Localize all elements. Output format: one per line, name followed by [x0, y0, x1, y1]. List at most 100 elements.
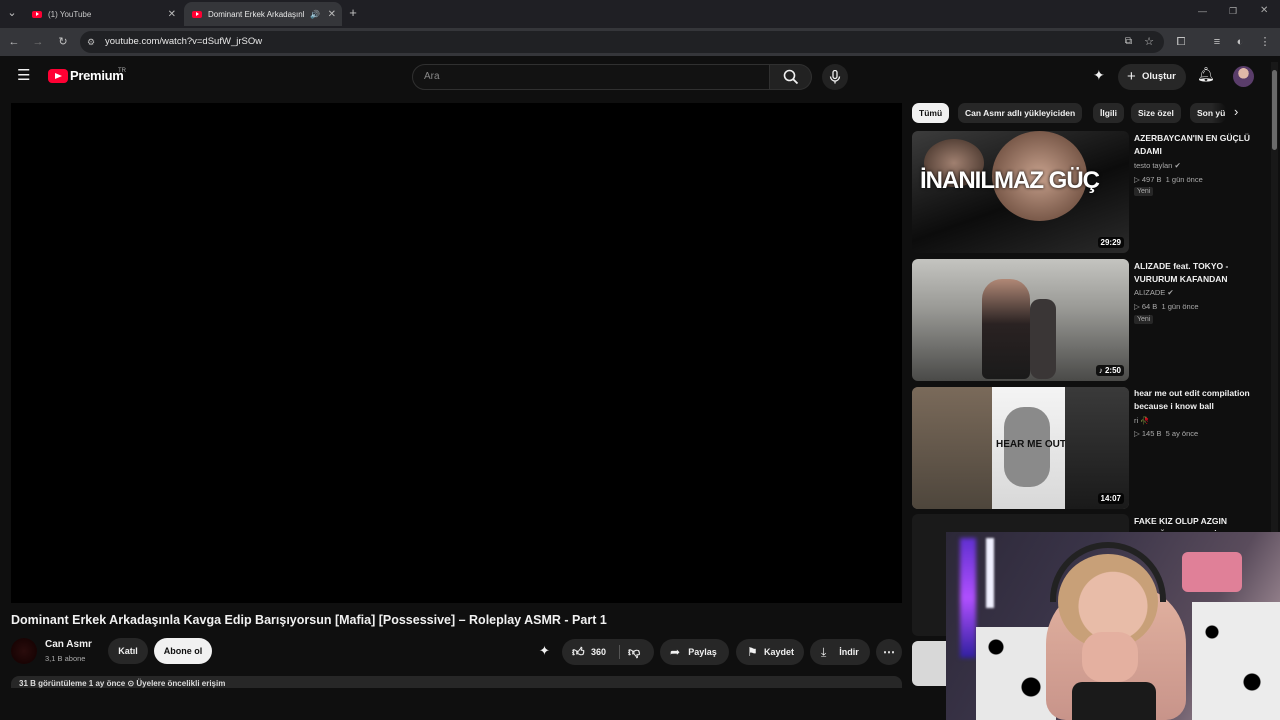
forward-icon[interactable]: →	[30, 34, 46, 50]
profile-icon[interactable]: ◐	[1232, 34, 1248, 50]
speaker-icon[interactable]: 🔊	[310, 10, 320, 19]
save-button[interactable]: ⚑ Kaydet	[736, 639, 804, 665]
thumbnail-text: İNANILMAZ GÜÇ	[920, 167, 1100, 194]
logo-text[interactable]: Premium	[70, 68, 124, 83]
recommendation-title[interactable]: FAKE KIZ OLUP AZGIN COCUĞU TROLLEDİM	[1134, 515, 1259, 531]
bookmark-icon: ⚑	[747, 645, 758, 659]
search-input[interactable]: Ara	[412, 64, 770, 90]
download-icon: ⤓	[821, 645, 827, 659]
cast-icon[interactable]: ⧉	[1125, 31, 1132, 53]
tab-label: (1) YouTube	[48, 9, 92, 19]
download-button[interactable]: ⤓ İndir	[810, 639, 870, 665]
recommendation-channel[interactable]: testo taylan ✔	[1134, 161, 1181, 170]
thumbnail-figure	[982, 279, 1030, 379]
scrollbar-thumb[interactable]	[1272, 70, 1277, 150]
notifications-bell-icon[interactable]: 🔔︎	[1197, 66, 1215, 83]
video-player[interactable]	[11, 103, 902, 603]
address-bar[interactable]: ⚙ youtube.com/watch?v=dSufW_jrSOw ⧉ ☆	[80, 31, 1164, 53]
chevron-right-icon[interactable]: ›	[1234, 104, 1238, 119]
recommendation-title[interactable]: AZERBAYCAN'IN EN GÜÇLÜ ADAMI	[1134, 132, 1259, 158]
channel-name: testo taylan	[1134, 161, 1173, 170]
tab-youtube[interactable]: (1) YouTube ✕	[24, 2, 182, 26]
share-icon: ➦	[670, 645, 681, 659]
microphone-icon	[829, 70, 841, 84]
ai-sparkle-icon[interactable]: ✦	[1093, 67, 1105, 84]
reload-icon[interactable]: ↻	[55, 34, 71, 50]
site-info-icon[interactable]: ⚙	[87, 31, 95, 53]
thumbnail-figure	[1030, 299, 1056, 379]
browser-tabstrip: ⌄ (1) YouTube ✕ Dominant Erkek Arkadaşın…	[0, 0, 1280, 28]
recommendation-meta: ▷ 64 B 1 gün önce	[1134, 302, 1199, 311]
thumbnail-panel	[912, 387, 992, 509]
channel-name[interactable]: Can Asmr	[45, 639, 92, 650]
recommendation-meta: ▷ 145 B 5 ay önce	[1134, 429, 1199, 438]
streamer-top	[1072, 682, 1156, 720]
like-button[interactable]: 👍︎	[572, 639, 585, 665]
description-box[interactable]: 31 B görüntüleme 1 ay önce ⊙ Üyelere önc…	[11, 676, 902, 688]
cow-print-blanket	[1192, 602, 1280, 720]
dislike-button[interactable]: 👎︎	[628, 639, 640, 665]
recommendation-thumbnail[interactable]: İNANILMAZ GÜÇ 29:29	[912, 131, 1129, 253]
close-window-icon[interactable]: ✕	[1260, 5, 1268, 16]
channel-name: ALIZADE	[1134, 288, 1166, 297]
recommendation-thumbnail[interactable]: ♪ 2:50	[912, 259, 1129, 381]
create-label: Oluştur	[1142, 71, 1176, 82]
tab-current-video[interactable]: Dominant Erkek Arkadaşınl 🔊 ✕	[184, 2, 342, 26]
restore-icon[interactable]: ❐	[1229, 6, 1237, 17]
extensions-icon[interactable]: ⧠	[1173, 34, 1189, 50]
reading-list-icon[interactable]: ≡	[1209, 34, 1225, 50]
subscribe-button[interactable]: Abone ol	[154, 638, 212, 664]
recommendation-channel[interactable]: ri 🥀	[1134, 416, 1150, 425]
ai-sparkle-icon[interactable]: ✦	[539, 643, 550, 659]
join-button[interactable]: Katıl	[108, 638, 148, 664]
subscriber-count: 3,1 B abone	[45, 654, 86, 663]
verified-check-icon: ✔	[1167, 288, 1174, 297]
upload-age: 1 gün önce	[1165, 175, 1203, 184]
shelf-decor	[1182, 552, 1242, 592]
plus-icon: +	[1127, 68, 1136, 85]
new-badge: Yeni	[1134, 315, 1154, 324]
recommendation-title[interactable]: hear me out edit compilation because i k…	[1134, 387, 1259, 413]
close-tab-icon[interactable]: ✕	[328, 9, 336, 20]
recommendation-title[interactable]: ALIZADE feat. TOKYO - VURURUM KAFANDAN	[1134, 260, 1259, 286]
hamburger-menu-icon[interactable]: ☰	[17, 68, 30, 84]
video-title: Dominant Erkek Arkadaşınla Kavga Edip Ba…	[11, 613, 607, 627]
minimize-icon[interactable]: —	[1198, 6, 1207, 16]
view-count: 145 B	[1141, 429, 1162, 438]
chip-recent[interactable]: Son yü	[1190, 103, 1226, 123]
thumbnail-text: HEAR ME OUT	[996, 439, 1066, 450]
chip-for-you[interactable]: Size özel	[1131, 103, 1181, 123]
close-tab-icon[interactable]: ✕	[168, 9, 176, 20]
webcam-overlay	[946, 532, 1280, 720]
create-button[interactable]: + Oluştur	[1118, 64, 1186, 90]
youtube-favicon-icon	[32, 10, 42, 18]
chip-from-uploader[interactable]: Can Asmr adlı yükleyiciden	[958, 103, 1083, 123]
region-code: TR	[118, 68, 126, 74]
voice-search-button[interactable]	[822, 64, 848, 90]
url-text: youtube.com/watch?v=dSufW_jrSOw	[105, 36, 263, 47]
menu-kebab-icon[interactable]: ⋮	[1257, 34, 1273, 50]
more-horiz-icon: ⋯	[883, 645, 895, 659]
share-label: Paylaş	[688, 647, 717, 657]
bookmark-star-icon[interactable]: ☆	[1144, 31, 1154, 53]
tab-search-chevron-icon[interactable]: ⌄	[4, 5, 20, 21]
share-button[interactable]: ➦ Paylaş	[660, 639, 729, 665]
chip-all[interactable]: Tümü	[912, 103, 950, 123]
tab-label: Dominant Erkek Arkadaşınl	[208, 9, 305, 19]
channel-avatar[interactable]	[11, 638, 37, 664]
back-icon[interactable]: ←	[6, 34, 22, 50]
search-icon	[783, 69, 799, 85]
streamer-hands	[1082, 632, 1138, 682]
view-count: 497 B	[1141, 175, 1162, 184]
view-count: 64 B	[1141, 302, 1158, 311]
verified-check-icon: ✔	[1174, 161, 1181, 170]
more-actions-button[interactable]: ⋯	[876, 639, 902, 665]
chip-related[interactable]: İlgili	[1093, 103, 1124, 123]
youtube-logo-icon[interactable]	[48, 69, 68, 83]
new-tab-icon[interactable]: +	[345, 5, 361, 21]
search-button[interactable]	[770, 64, 812, 90]
avatar[interactable]	[1233, 66, 1254, 87]
upload-age: 5 ay önce	[1165, 429, 1199, 438]
recommendation-channel[interactable]: ALIZADE ✔	[1134, 288, 1174, 297]
recommendation-thumbnail[interactable]: HEAR ME OUT 14:07	[912, 387, 1129, 509]
